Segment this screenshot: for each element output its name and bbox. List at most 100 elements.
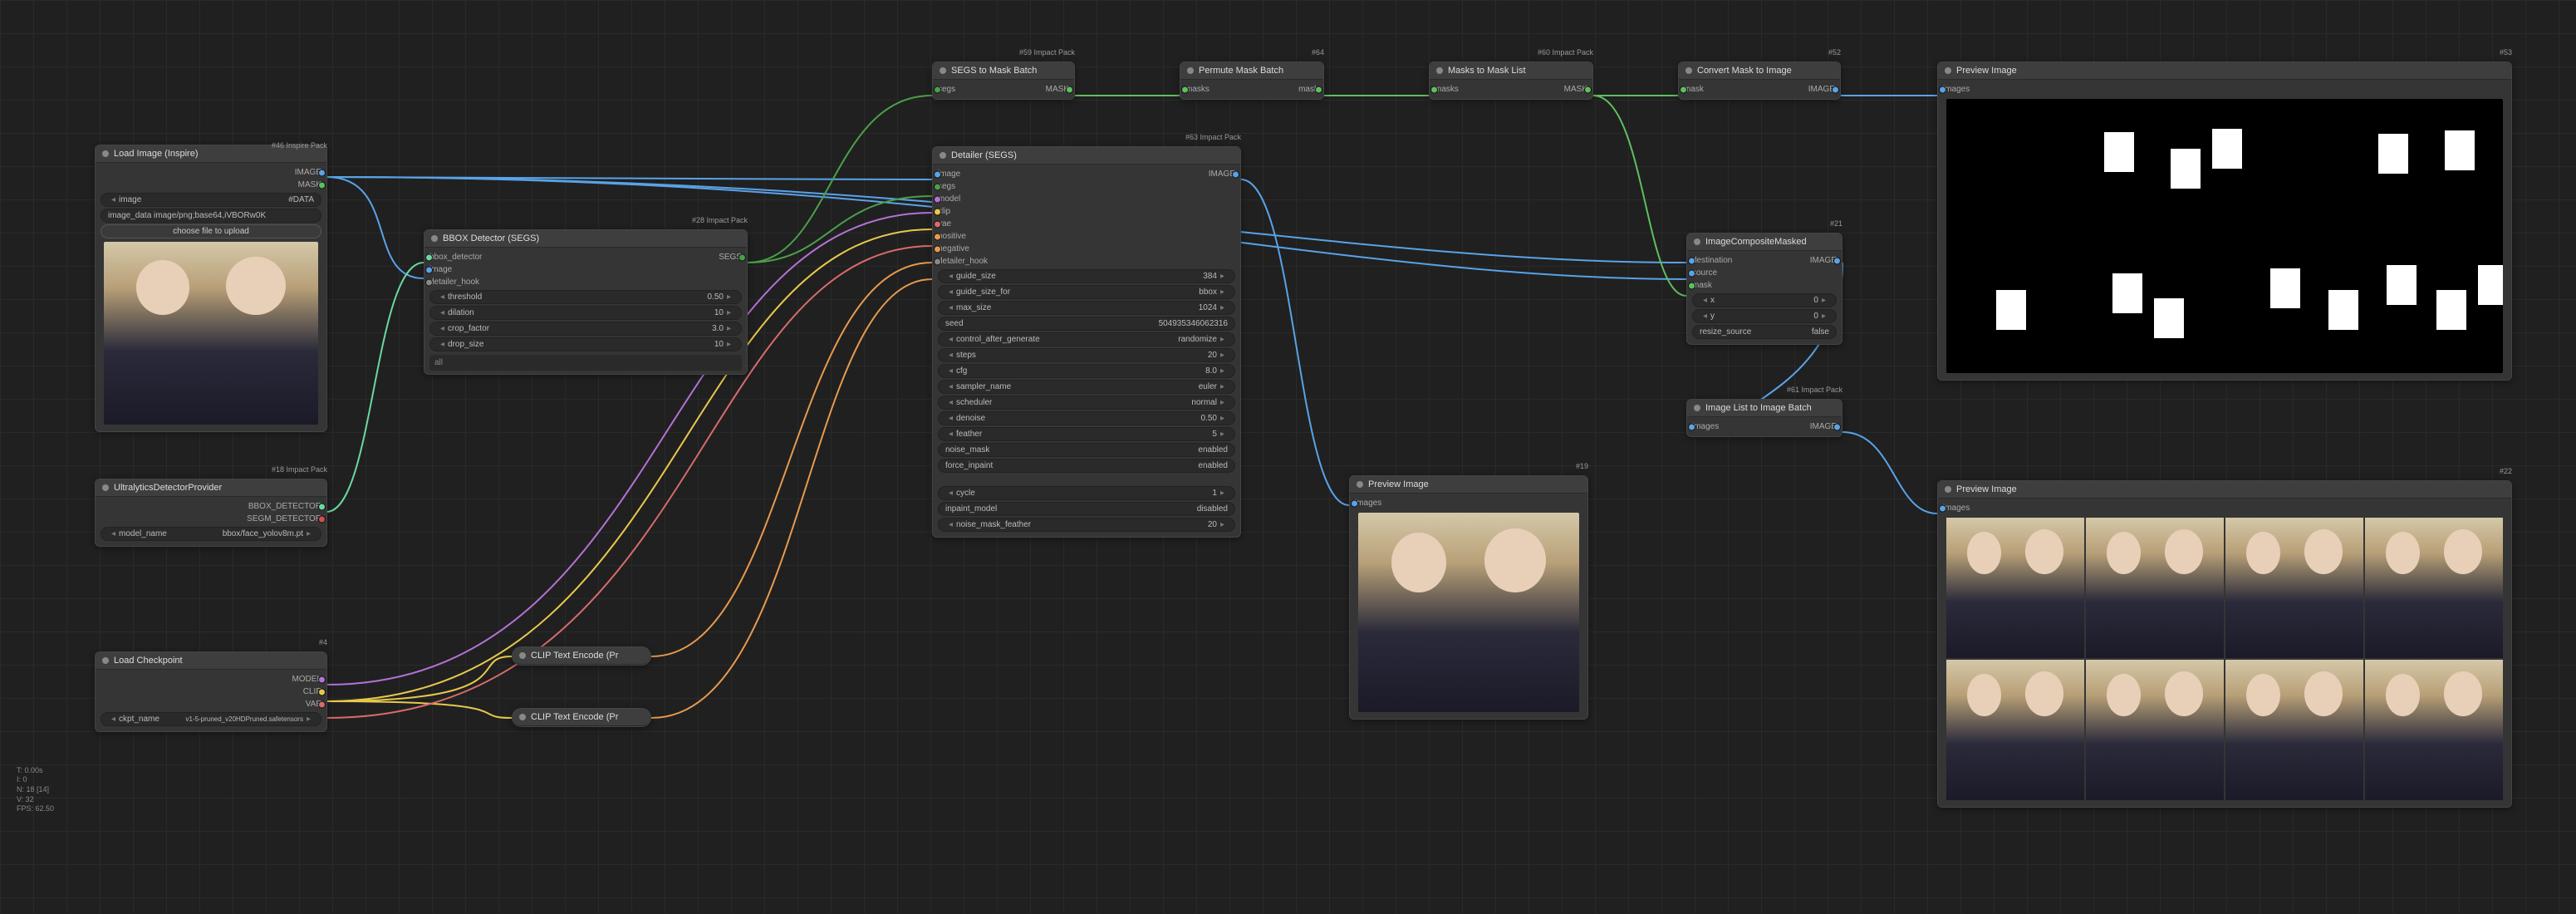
widget-cfg[interactable]: ◂cfg8.0▸	[938, 364, 1235, 378]
arrow-left-icon[interactable]: ◂	[945, 287, 956, 297]
arrow-left-icon[interactable]: ◂	[945, 430, 956, 439]
node-load-image[interactable]: Load Image (Inspire) IMAGE MASK ◂image#D…	[95, 145, 327, 432]
port-dest-in[interactable]	[1688, 257, 1695, 264]
collapse-dot[interactable]	[519, 714, 526, 720]
node-title[interactable]: UltralyticsDetectorProvider	[96, 479, 326, 497]
widget-control-after-generate[interactable]: ◂control_after_generaterandomize▸	[938, 332, 1235, 346]
node-preview-19[interactable]: Preview Image images	[1349, 475, 1588, 720]
port-image-out[interactable]	[1232, 170, 1239, 178]
node-title[interactable]: ImageCompositeMasked	[1687, 233, 1842, 251]
node-clip-text-encode-pos[interactable]: CLIP Text Encode (Pr	[512, 646, 651, 666]
collapse-dot[interactable]	[1685, 67, 1692, 74]
arrow-right-icon[interactable]: ▸	[1217, 303, 1228, 312]
widget-guide-size[interactable]: ◂guide_size384▸	[938, 269, 1235, 283]
port-image-out[interactable]	[1833, 257, 1841, 264]
node-title[interactable]: Permute Mask Batch	[1180, 62, 1323, 80]
port-segs-in[interactable]	[934, 183, 941, 190]
port-images-in[interactable]	[1351, 499, 1358, 507]
port-image-out[interactable]	[1833, 423, 1841, 430]
node-preview-53[interactable]: Preview Image images	[1937, 61, 2512, 381]
node-title[interactable]: Convert Mask to Image	[1679, 62, 1840, 80]
widget-ckpt-name[interactable]: ◂ckpt_namev1-5-pruned_v20HDPruned.safete…	[101, 712, 321, 726]
arrow-right-icon[interactable]: ▸	[1217, 489, 1228, 498]
arrow-left-icon[interactable]: ◂	[945, 520, 956, 529]
collapse-dot[interactable]	[1357, 481, 1363, 488]
arrow-right-icon[interactable]: ▸	[1217, 520, 1228, 529]
collapse-dot[interactable]	[1436, 67, 1443, 74]
arrow-left-icon[interactable]: ◂	[945, 335, 956, 344]
widget-denoise[interactable]: ◂denoise0.50▸	[938, 411, 1235, 425]
collapse-dot[interactable]	[1945, 486, 1951, 493]
widget-noise-mask-feather[interactable]: ◂noise_mask_feather20▸	[938, 518, 1235, 532]
widget-image-data[interactable]: image_data image/png;base64,iVBORw0K	[101, 209, 321, 223]
node-title[interactable]: Preview Image	[1938, 62, 2511, 80]
node-detailer[interactable]: Detailer (SEGS) imageIMAGE segs model cl…	[932, 146, 1241, 538]
collapse-dot[interactable]	[102, 150, 109, 157]
arrow-left-icon[interactable]: ◂	[108, 195, 119, 204]
widget-dilation[interactable]: ◂dilation10▸	[429, 306, 742, 320]
widget-inpaint-model[interactable]: inpaint_modeldisabled	[938, 502, 1235, 516]
widget-x[interactable]: ◂x0▸	[1692, 293, 1837, 307]
arrow-left-icon[interactable]: ◂	[108, 529, 119, 538]
node-title[interactable]: CLIP Text Encode (Pr	[513, 709, 650, 726]
widget-threshold[interactable]: ◂threshold0.50▸	[429, 290, 742, 304]
widget-crop-factor[interactable]: ◂crop_factor3.0▸	[429, 322, 742, 336]
widget-drop-size[interactable]: ◂drop_size10▸	[429, 337, 742, 351]
port-mask-out[interactable]	[1315, 86, 1322, 93]
arrow-left-icon[interactable]: ◂	[945, 398, 956, 407]
port-positive-in[interactable]	[934, 233, 941, 240]
choose-file-button[interactable]: choose file to upload	[101, 224, 321, 238]
widget-feather[interactable]: ◂feather5▸	[938, 427, 1235, 441]
widget-sampler-name[interactable]: ◂sampler_nameeuler▸	[938, 380, 1235, 394]
node-clip-text-encode-neg[interactable]: CLIP Text Encode (Pr	[512, 708, 651, 727]
port-image-in[interactable]	[425, 266, 433, 273]
port-mask-in[interactable]	[1680, 86, 1687, 93]
widget-guide-size-for[interactable]: ◂guide_size_forbbox▸	[938, 285, 1235, 299]
arrow-right-icon[interactable]: ▸	[1217, 335, 1228, 344]
port-images-in[interactable]	[1688, 423, 1695, 430]
port-bbox-in[interactable]	[425, 253, 433, 261]
node-title[interactable]: SEGS to Mask Batch	[933, 62, 1074, 80]
collapse-dot[interactable]	[940, 152, 946, 159]
widget-labels[interactable]: all	[429, 355, 742, 371]
port-image-out[interactable]	[1832, 86, 1839, 93]
arrow-right-icon[interactable]: ▸	[1217, 414, 1228, 423]
port-model-out[interactable]	[318, 676, 326, 683]
node-title[interactable]: Preview Image	[1350, 476, 1587, 494]
widget-steps[interactable]: ◂steps20▸	[938, 348, 1235, 362]
arrow-right-icon[interactable]: ▸	[303, 715, 314, 724]
collapse-dot[interactable]	[102, 657, 109, 664]
collapse-dot[interactable]	[1694, 238, 1700, 245]
port-image-in[interactable]	[934, 170, 941, 178]
node-title[interactable]: CLIP Text Encode (Pr	[513, 647, 650, 665]
arrow-left-icon[interactable]: ◂	[945, 303, 956, 312]
port-model-in[interactable]	[934, 195, 941, 203]
widget-model-name[interactable]: ◂model_namebbox/face_yolov8m.pt▸	[101, 527, 321, 541]
node-title[interactable]: Preview Image	[1938, 481, 2511, 499]
widget-seed[interactable]: seed504935346062316	[938, 317, 1235, 331]
node-ultralytics[interactable]: UltralyticsDetectorProvider BBOX_DETECTO…	[95, 479, 327, 547]
arrow-right-icon[interactable]: ▸	[1217, 287, 1228, 297]
port-images-in[interactable]	[1939, 86, 1946, 93]
port-masks-in[interactable]	[1181, 86, 1189, 93]
node-composite[interactable]: ImageCompositeMasked destinationIMAGE so…	[1686, 233, 1842, 345]
port-segm-out[interactable]	[318, 515, 326, 523]
widget-force-inpaint[interactable]: force_inpaintenabled	[938, 459, 1235, 473]
node-preview-22[interactable]: Preview Image images	[1937, 480, 2512, 808]
port-clip-out[interactable]	[318, 688, 326, 695]
port-segs-in[interactable]	[934, 86, 941, 93]
port-image-out[interactable]	[318, 169, 326, 176]
collapse-dot[interactable]	[1694, 405, 1700, 411]
node-title[interactable]: Image List to Image Batch	[1687, 400, 1842, 417]
arrow-left-icon[interactable]: ◂	[945, 272, 956, 281]
port-hook-in[interactable]	[934, 258, 941, 265]
node-segs-to-mask[interactable]: SEGS to Mask Batch segsMASK	[932, 61, 1075, 100]
port-hook-in[interactable]	[425, 278, 433, 286]
arrow-right-icon[interactable]: ▸	[1217, 366, 1228, 376]
widget-image[interactable]: ◂image#DATA	[101, 193, 321, 207]
node-permute-mask[interactable]: Permute Mask Batch masksmask	[1180, 61, 1324, 100]
widget-noise-mask[interactable]: noise_maskenabled	[938, 443, 1235, 457]
port-mask-in[interactable]	[1688, 282, 1695, 289]
node-load-checkpoint[interactable]: Load Checkpoint MODEL CLIP VAE ◂ckpt_nam…	[95, 651, 327, 732]
widget-y[interactable]: ◂y0▸	[1692, 309, 1837, 323]
